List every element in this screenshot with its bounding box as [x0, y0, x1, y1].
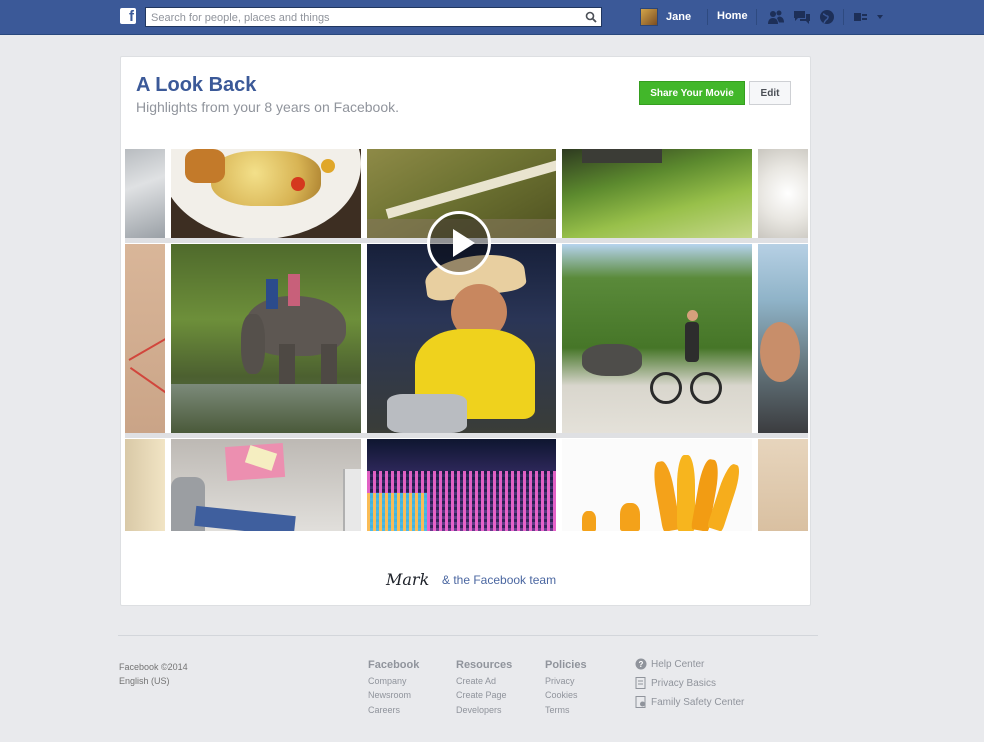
help-icon: ?: [635, 658, 647, 670]
footer-divider: [118, 635, 818, 636]
photo-tile: [171, 244, 361, 433]
help-link-label: Help Center: [651, 658, 705, 670]
play-icon[interactable]: [427, 211, 491, 275]
signature-team-text: & the Facebook team: [442, 573, 557, 587]
help-link-label: Family Safety Center: [651, 696, 745, 708]
footer-link[interactable]: Newsroom: [368, 688, 419, 703]
photo-tile: [125, 439, 165, 531]
svg-text:?: ?: [639, 660, 644, 669]
user-name: Jane: [666, 11, 692, 23]
facebook-logo-icon[interactable]: f: [120, 8, 136, 24]
footer-column-facebook: Facebook Company Newsroom Careers: [368, 658, 419, 717]
photo-tile: [562, 149, 752, 238]
footer-column-policies: Policies Privacy Cookies Terms: [545, 658, 587, 717]
profile-link[interactable]: Jane: [640, 8, 691, 26]
nav-divider: [756, 9, 757, 25]
photo-tile: [758, 244, 808, 433]
photo-tile: [125, 244, 165, 433]
page-title: A Look Back: [136, 74, 257, 96]
footer-column-title: Resources: [456, 659, 513, 671]
signature-mark: Mark: [386, 570, 430, 589]
page-subtitle: Highlights from your 8 years on Facebook…: [136, 99, 400, 115]
photo-tile: [367, 439, 556, 531]
family-safety-icon: [635, 696, 646, 708]
edit-button[interactable]: Edit: [749, 81, 791, 105]
footer-link[interactable]: Create Ad: [456, 674, 512, 689]
avatar: [640, 8, 658, 26]
search-box[interactable]: [145, 7, 602, 27]
photo-tile: [562, 244, 752, 433]
footer-link[interactable]: Privacy: [545, 674, 587, 689]
photo-tile: [758, 149, 808, 238]
footer-copyright: Facebook ©2014 English (US): [119, 660, 188, 688]
search-input[interactable]: [146, 9, 576, 27]
settings-icon[interactable]: [853, 9, 887, 25]
messages-icon[interactable]: [793, 9, 811, 25]
photo-tile: [171, 149, 361, 238]
home-link[interactable]: Home: [717, 10, 748, 22]
footer-link[interactable]: Careers: [368, 703, 419, 718]
friend-requests-icon[interactable]: [767, 9, 785, 25]
nav-divider: [843, 9, 844, 25]
search-icon[interactable]: [585, 11, 597, 23]
footer-link[interactable]: Cookies: [545, 688, 587, 703]
photo-tile: [758, 439, 808, 531]
language-link[interactable]: English (US): [119, 674, 188, 688]
footer-column-title: Facebook: [368, 659, 420, 671]
footer-column-title: Policies: [545, 659, 587, 671]
photo-tile: [562, 439, 752, 531]
top-navigation-bar: f Jane Home: [0, 0, 984, 35]
copyright-text: Facebook ©2014: [119, 662, 188, 672]
notifications-globe-icon[interactable]: [819, 9, 835, 25]
photo-tile: [125, 149, 165, 238]
photo-tile: [171, 439, 361, 531]
divider: [125, 433, 808, 438]
family-safety-link[interactable]: Family Safety Center: [635, 696, 744, 708]
footer-column-resources: Resources Create Ad Create Page Develope…: [456, 658, 512, 717]
photo-collage[interactable]: [125, 149, 808, 531]
privacy-icon: [635, 677, 646, 689]
footer-link[interactable]: Developers: [456, 703, 512, 718]
nav-divider: [707, 9, 708, 25]
look-back-card: A Look Back Highlights from your 8 years…: [120, 56, 811, 606]
footer-link[interactable]: Company: [368, 674, 419, 689]
footer-link[interactable]: Terms: [545, 703, 587, 718]
privacy-basics-link[interactable]: Privacy Basics: [635, 677, 716, 689]
help-link-label: Privacy Basics: [651, 677, 717, 689]
share-movie-button[interactable]: Share Your Movie: [639, 81, 745, 105]
help-center-link[interactable]: ? Help Center: [635, 658, 704, 670]
footer-link[interactable]: Create Page: [456, 688, 512, 703]
